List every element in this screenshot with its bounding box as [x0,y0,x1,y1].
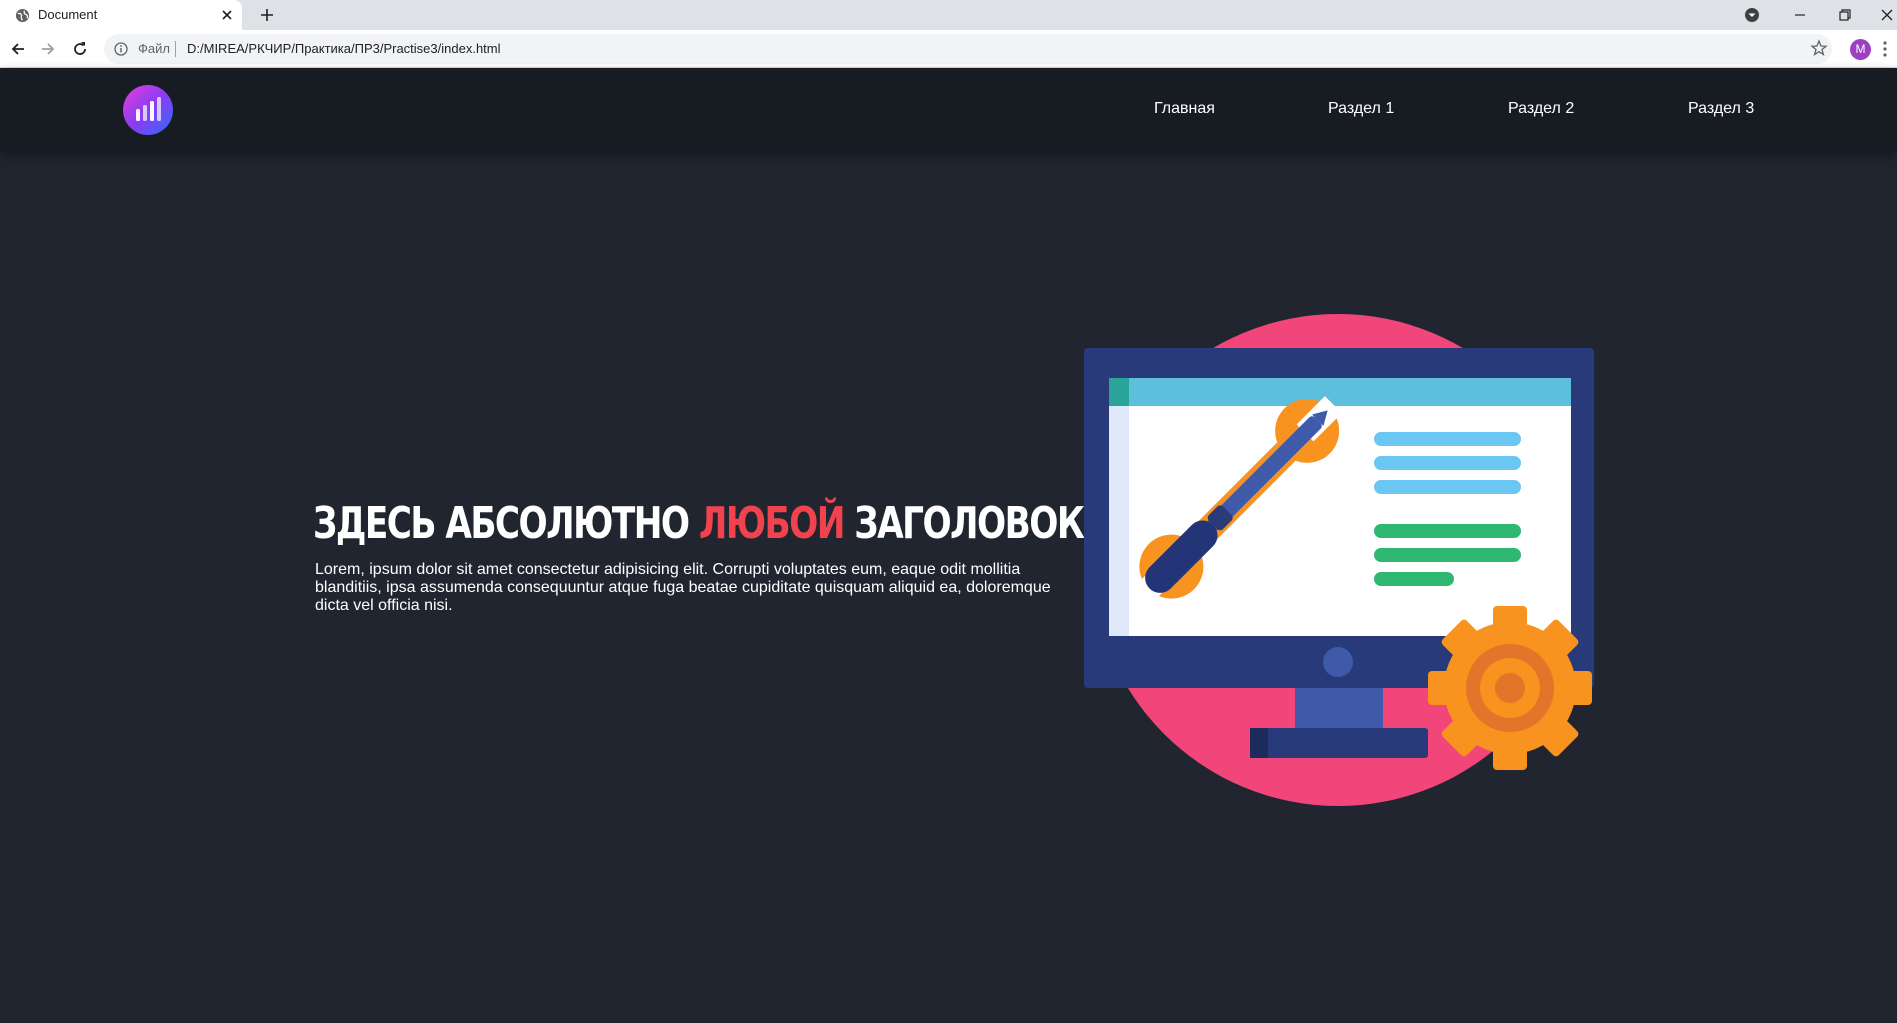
nav-link-home[interactable]: Главная [1154,100,1215,118]
hero-text: Lorem, ipsum dolor sit amet consectetur … [315,561,1051,614]
minimize-icon[interactable] [1790,5,1810,25]
site-header: Главная Раздел 1 Раздел 2 Раздел 3 [0,68,1897,152]
browser-toolbar: Файл D:/MIREA/РКЧИР/Практика/ПР3/Practis… [0,30,1897,68]
tab-search-icon[interactable] [1742,5,1762,25]
address-bar[interactable]: Файл D:/MIREA/РКЧИР/Практика/ПР3/Practis… [104,34,1832,64]
profile-avatar[interactable]: M [1850,39,1871,60]
new-tab-icon[interactable] [258,6,276,24]
forward-icon[interactable] [38,39,58,59]
close-tab-icon[interactable] [220,8,234,22]
bar-chart-logo-icon [136,97,161,121]
bookmark-star-icon[interactable] [1810,39,1828,57]
hero-title-start: ЗДЕСЬ АБСОЛЮТНО [313,498,699,549]
browser-tabstrip: Document [0,0,1897,30]
hero-title-end: ЗАГОЛОВОК [843,498,1085,549]
browser-tab[interactable]: Document [0,0,242,30]
page: Главная Раздел 1 Раздел 2 Раздел 3 ЗДЕСЬ… [0,68,1897,1023]
globe-icon [15,8,30,23]
scheme-label: Файл [138,41,170,56]
close-window-icon[interactable] [1877,5,1897,25]
nav-link-section-3[interactable]: Раздел 3 [1688,100,1754,118]
monitor-tools-gear-icon [1084,314,1594,806]
nav-link-section-2[interactable]: Раздел 2 [1508,100,1574,118]
hero-title: ЗДЕСЬ АБСОЛЮТНО ЛЮБОЙ ЗАГОЛОВОК [313,498,1085,550]
reload-icon[interactable] [70,39,90,59]
url-separator [175,41,176,57]
tab-title: Document [38,7,98,22]
nav-link-section-1[interactable]: Раздел 1 [1328,100,1394,118]
url-text[interactable]: D:/MIREA/РКЧИР/Практика/ПР3/Practise3/in… [187,41,501,56]
info-icon[interactable] [114,42,128,56]
back-icon[interactable] [8,39,28,59]
menu-dots-icon[interactable] [1882,40,1888,58]
hero-title-accent: ЛЮБОЙ [698,498,846,549]
logo[interactable] [123,85,173,135]
restore-icon[interactable] [1835,5,1855,25]
